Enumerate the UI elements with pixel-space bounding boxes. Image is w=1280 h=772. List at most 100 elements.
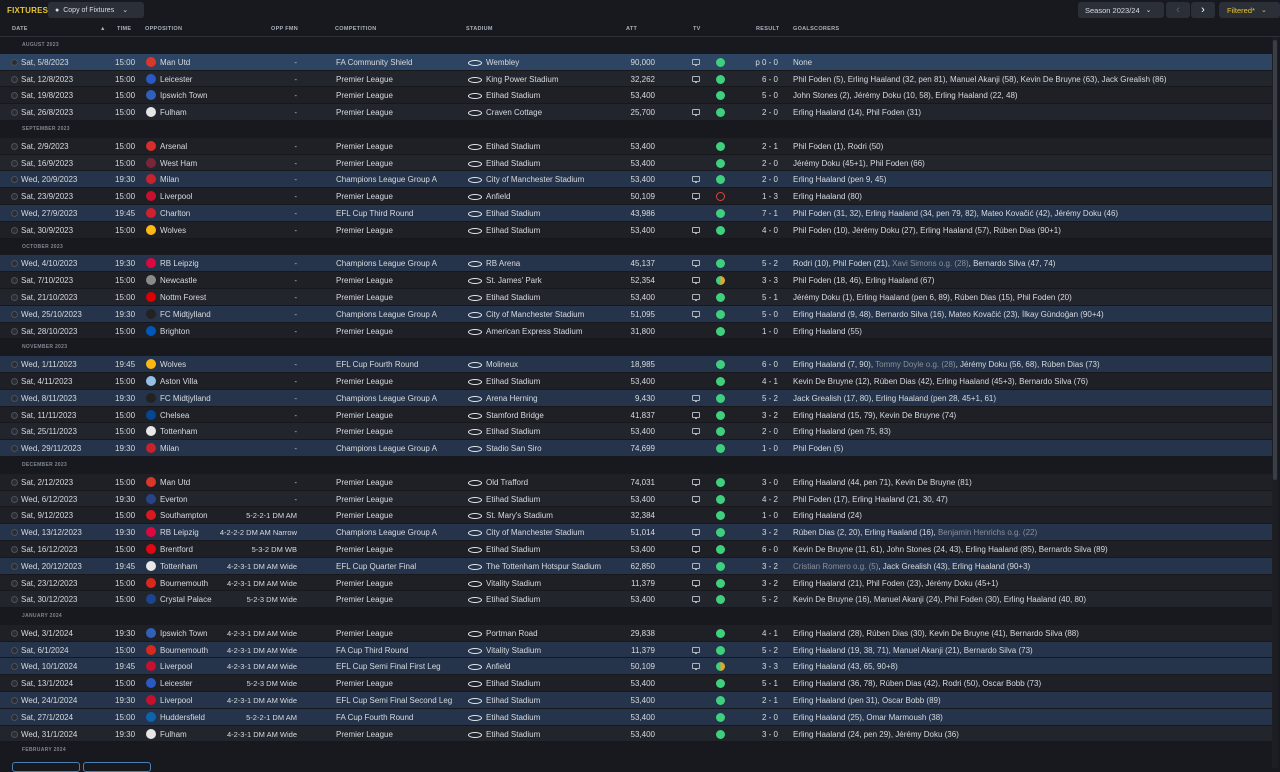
competition-link[interactable]: Premier League <box>336 730 393 739</box>
col-time[interactable]: TIME <box>117 26 131 32</box>
competition-link[interactable]: Premier League <box>336 579 393 588</box>
competition-link[interactable]: Premier League <box>336 511 393 520</box>
match-result[interactable]: 5 - 2 <box>738 259 778 268</box>
opposition-link[interactable]: Chelsea <box>160 411 189 420</box>
row-select-indicator[interactable] <box>11 58 18 66</box>
competition-link[interactable]: Premier League <box>336 293 393 302</box>
opposition-link[interactable]: Wolves <box>160 226 186 235</box>
row-select-indicator[interactable] <box>11 377 18 385</box>
opposition-link[interactable]: Fulham <box>160 730 187 739</box>
match-result[interactable]: 3 - 2 <box>738 579 778 588</box>
season-dropdown[interactable]: Season 2023/24 ⌄ <box>1078 2 1164 18</box>
col-competition[interactable]: COMPETITION <box>335 26 377 32</box>
fixture-row[interactable]: Wed, 25/10/2023 19:30 FC Midtjylland - Champ… <box>0 305 1272 323</box>
match-result[interactable]: 5 - 2 <box>738 394 778 403</box>
row-select-indicator[interactable] <box>11 142 18 150</box>
scrollbar-thumb[interactable] <box>1273 40 1277 480</box>
match-result[interactable]: 4 - 1 <box>738 377 778 386</box>
row-select-indicator[interactable] <box>11 176 18 184</box>
competition-link[interactable]: EFL Cup Semi Final First Leg <box>336 662 441 671</box>
opposition-link[interactable]: RB Leipzig <box>160 528 199 537</box>
row-select-indicator[interactable] <box>11 545 18 553</box>
row-select-indicator[interactable] <box>11 478 18 486</box>
row-select-indicator[interactable] <box>11 445 18 453</box>
fixture-row[interactable]: Wed, 20/12/2023 19:45 Tottenham 4-2-3-1 DM … <box>0 557 1272 575</box>
competition-link[interactable]: Champions League Group A <box>336 444 437 453</box>
fixture-row[interactable]: Wed, 31/1/2024 19:30 Fulham 4-2-3-1 DM AM W… <box>0 725 1272 743</box>
opposition-link[interactable]: West Ham <box>160 159 197 168</box>
row-select-indicator[interactable] <box>11 596 18 604</box>
match-result[interactable]: 5 - 2 <box>738 595 778 604</box>
col-opposition[interactable]: OPPOSITION <box>145 26 182 32</box>
fixture-row[interactable]: Wed, 1/11/2023 19:45 Wolves - EFL Cup Fourth… <box>0 356 1272 373</box>
match-result[interactable]: 1 - 3 <box>738 192 778 201</box>
fixture-row[interactable]: Sat, 6/1/2024 15:00 Bournemouth 4-2-3-1 DM … <box>0 641 1272 659</box>
opposition-link[interactable]: Liverpool <box>160 192 192 201</box>
opposition-link[interactable]: Wolves <box>160 360 186 369</box>
match-result[interactable]: 3 - 2 <box>738 528 778 537</box>
opposition-link[interactable]: Milan <box>160 444 179 453</box>
row-select-indicator[interactable] <box>11 629 18 637</box>
competition-link[interactable]: Premier League <box>336 679 393 688</box>
fixture-row[interactable]: Sat, 13/1/2024 15:00 Leicester 5-2-3 DM Wid… <box>0 675 1272 693</box>
fixture-row[interactable]: Sat, 26/8/2023 15:00 Fulham - Premier League… <box>0 104 1272 121</box>
competition-link[interactable]: Premier League <box>336 108 393 117</box>
competition-link[interactable]: Champions League Group A <box>336 259 437 268</box>
competition-link[interactable]: FA Cup Fourth Round <box>336 713 413 722</box>
opposition-link[interactable]: Tottenham <box>160 427 197 436</box>
row-select-indicator[interactable] <box>11 680 18 688</box>
match-result[interactable]: 6 - 0 <box>738 545 778 554</box>
col-att[interactable]: ATT <box>626 26 637 32</box>
competition-link[interactable]: Premier League <box>336 142 393 151</box>
row-select-indicator[interactable] <box>11 529 18 537</box>
fixture-row[interactable]: Sat, 21/10/2023 15:00 Nottm Forest - Premier… <box>0 288 1272 306</box>
match-result[interactable]: 5 - 0 <box>738 91 778 100</box>
competition-link[interactable]: Premier League <box>336 226 393 235</box>
match-result[interactable]: 1 - 0 <box>738 444 778 453</box>
competition-link[interactable]: Champions League Group A <box>336 394 437 403</box>
competition-link[interactable]: EFL Cup Third Round <box>336 209 413 218</box>
row-select-indicator[interactable] <box>11 713 18 721</box>
opposition-link[interactable]: Milan <box>160 175 179 184</box>
row-select-indicator[interactable] <box>11 697 18 705</box>
opposition-link[interactable]: Brighton <box>160 327 190 336</box>
fixture-row[interactable]: Wed, 29/11/2023 19:30 Milan - Champions Leag… <box>0 440 1272 457</box>
match-result[interactable]: 2 - 0 <box>738 713 778 722</box>
opposition-link[interactable]: Newcastle <box>160 276 197 285</box>
col-tv[interactable]: TV <box>693 26 701 32</box>
row-select-indicator[interactable] <box>11 646 18 654</box>
fixture-row[interactable]: Sat, 9/12/2023 15:00 Southampton 5-2-2-1 DM… <box>0 507 1272 525</box>
row-select-indicator[interactable] <box>11 277 18 285</box>
row-select-indicator[interactable] <box>11 428 18 436</box>
match-result[interactable]: 2 - 0 <box>738 108 778 117</box>
match-result[interactable]: 2 - 0 <box>738 159 778 168</box>
competition-link[interactable]: Premier League <box>336 411 393 420</box>
competition-link[interactable]: FA Cup Third Round <box>336 646 408 655</box>
match-result[interactable]: 3 - 0 <box>738 730 778 739</box>
fixture-row[interactable]: Sat, 25/11/2023 15:00 Tottenham - Premier Le… <box>0 423 1272 441</box>
col-date[interactable]: DATE <box>12 26 28 32</box>
match-result[interactable]: p 0 - 0 <box>738 58 778 67</box>
col-stadium[interactable]: STADIUM <box>466 26 493 32</box>
fixture-row[interactable]: Wed, 13/12/2023 19:30 RB Leipzig 4-2-2-2 DM… <box>0 524 1272 541</box>
row-select-indicator[interactable] <box>11 394 18 402</box>
match-result[interactable]: 2 - 0 <box>738 175 778 184</box>
match-result[interactable]: 3 - 2 <box>738 411 778 420</box>
competition-link[interactable]: Premier League <box>336 629 393 638</box>
row-select-indicator[interactable] <box>11 293 18 301</box>
match-result[interactable]: 3 - 3 <box>738 662 778 671</box>
row-select-indicator[interactable] <box>11 730 18 738</box>
fixture-row[interactable]: Sat, 4/11/2023 15:00 Aston Villa - Premier L… <box>0 372 1272 390</box>
fixture-row[interactable]: Wed, 20/9/2023 19:30 Milan - Champions Leagu… <box>0 171 1272 189</box>
fixture-row[interactable]: Sat, 27/1/2024 15:00 Huddersfield 5-2-2-1 D… <box>0 708 1272 726</box>
fixture-row[interactable]: Sat, 23/9/2023 15:00 Liverpool - Premier Lea… <box>0 188 1272 205</box>
competition-link[interactable]: Premier League <box>336 276 393 285</box>
fixture-row[interactable]: Sat, 16/9/2023 15:00 West Ham - Premier Leag… <box>0 154 1272 172</box>
opposition-link[interactable]: Liverpool <box>160 696 192 705</box>
fixture-row[interactable]: Sat, 2/9/2023 15:00 Arsenal - Premier League… <box>0 137 1272 155</box>
opposition-link[interactable]: Huddersfield <box>160 713 205 722</box>
opposition-link[interactable]: Fulham <box>160 108 187 117</box>
competition-link[interactable]: Premier League <box>336 595 393 604</box>
fixture-row[interactable]: Wed, 27/9/2023 19:45 Charlton - EFL Cup Thir… <box>0 204 1272 222</box>
match-result[interactable]: 4 - 1 <box>738 629 778 638</box>
